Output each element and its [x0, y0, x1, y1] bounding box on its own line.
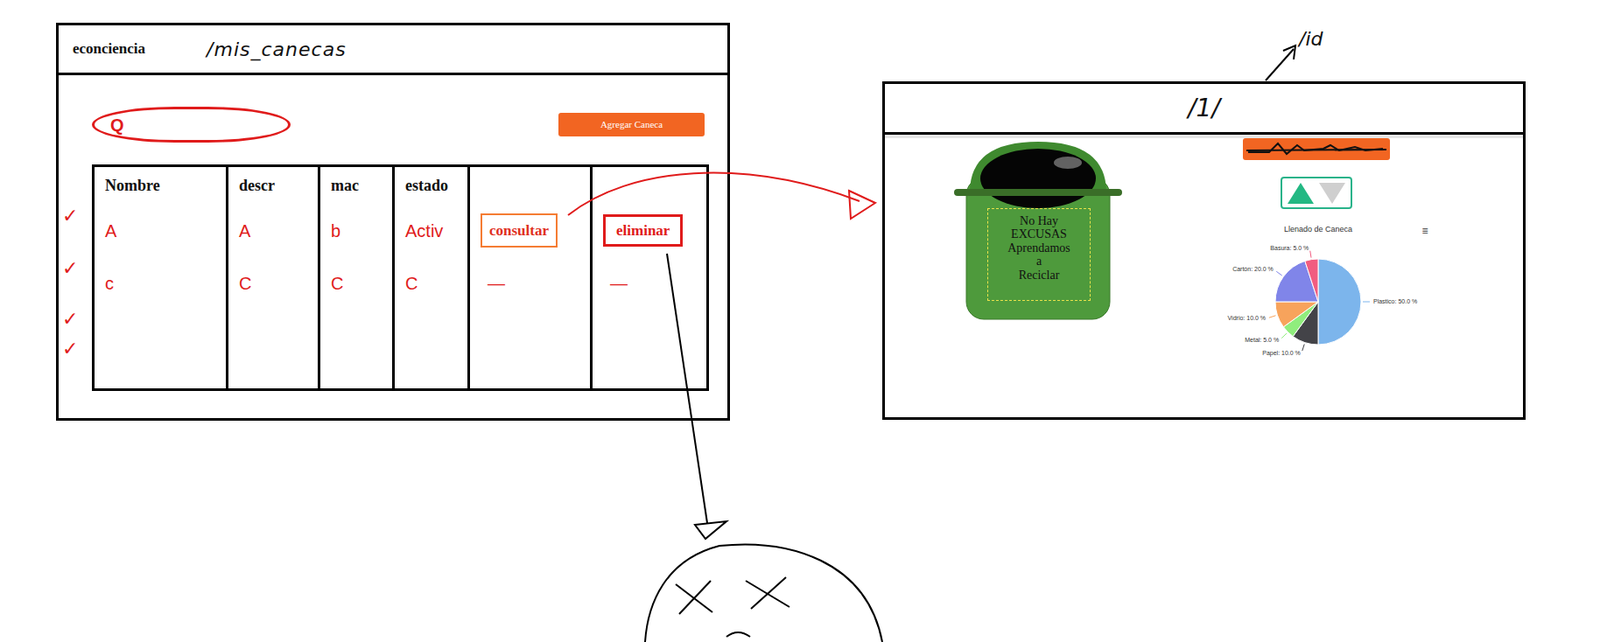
list-header: econciencia /mis_canecas — [58, 25, 728, 76]
empty-cell — [469, 309, 592, 391]
route-note: /id — [1298, 24, 1324, 54]
detail-body: No HayEXCUSASAprendamosaReciclar Llenado… — [884, 134, 1523, 366]
label-connector — [1281, 333, 1287, 339]
list-body: ✓ ✓ ✓ ✓ Q Agregar Caneca Nombredescrmacesta… — [58, 75, 728, 392]
column-header: estado — [393, 166, 470, 205]
bins-table: Nombredescrmacestado AAbActiv consultar el… — [91, 164, 709, 392]
empty-cell — [591, 309, 709, 391]
column-header: descr — [227, 166, 320, 205]
row-tick: ✓ — [62, 206, 78, 226]
annotation-layer — [0, 0, 1600, 642]
label-connector — [1302, 344, 1305, 352]
action-cell: — — [469, 257, 592, 310]
table-cell: C — [227, 257, 320, 310]
action-placeholder: — — [603, 273, 628, 294]
delete-button[interactable]: eliminar — [603, 214, 683, 248]
slice-label: Plastico: 50.0 % — [1373, 298, 1418, 305]
route-label: /mis_canecas — [206, 35, 347, 64]
table-row: cCCC—— — [93, 257, 709, 310]
label-connector — [1276, 271, 1282, 276]
action-cell: consultar — [469, 204, 592, 258]
bin-slogan: No HayEXCUSASAprendamosaReciclar — [987, 208, 1091, 302]
table-cell: C — [319, 257, 394, 310]
wireframe-canvas: econciencia /mis_canecas ✓ ✓ ✓ ✓ Q Agregar … — [0, 0, 1600, 642]
sort-toggle[interactable] — [1280, 176, 1353, 210]
row-tick: ✓ — [62, 339, 78, 359]
row-tick: ✓ — [62, 309, 78, 330]
table-cell: b — [319, 204, 394, 258]
chart-title: Llenado de Caneca — [1284, 224, 1353, 234]
slice-label: Cartón: 20.0 % — [1232, 266, 1274, 273]
slice-label: Vidrio: 10.0 % — [1228, 315, 1266, 322]
slogan-line: EXCUSAS — [989, 227, 1088, 241]
slogan-line: Reciclar — [989, 268, 1088, 282]
column-header — [591, 166, 709, 205]
consult-arrow-icon — [568, 173, 876, 219]
action-cell: eliminar — [591, 204, 709, 258]
pie-slice[interactable] — [1275, 301, 1319, 328]
arrow-down-icon[interactable] — [1317, 181, 1348, 206]
row-tick: ✓ — [62, 259, 78, 279]
empty-cell — [319, 309, 394, 391]
table-cell: A — [227, 204, 320, 258]
scribbled-button[interactable] — [1242, 138, 1390, 161]
column-header — [469, 166, 592, 205]
empty-row — [93, 309, 709, 391]
empty-cell — [93, 309, 228, 391]
bin-picture: No HayEXCUSASAprendamosaReciclar — [954, 138, 1123, 322]
dead-face-icon — [645, 545, 883, 642]
pie-slice[interactable] — [1305, 259, 1319, 302]
table-cell: Activ — [393, 204, 470, 258]
slogan-line: Aprendamos — [989, 241, 1088, 255]
search-icon: Q — [110, 116, 125, 134]
label-connector — [1269, 315, 1277, 318]
slogan-line: No Hay — [989, 214, 1088, 228]
brand[interactable]: econciencia — [72, 37, 146, 61]
table-row: AAbActiv consultar eliminar — [93, 204, 709, 258]
slice-label: Basura: 5.0 % — [1270, 245, 1309, 252]
action-placeholder: — — [480, 273, 506, 294]
list-window: econciencia /mis_canecas ✓ ✓ ✓ ✓ Q Agregar … — [56, 22, 730, 422]
chart-menu-icon: ≡ — [1421, 224, 1428, 238]
empty-cell — [227, 309, 320, 391]
action-cell: — — [591, 257, 709, 310]
detail-side: Llenado de Caneca ≡ Plastico: 50.0 % Papel:… — [1199, 138, 1434, 366]
id-arrow-icon — [1265, 45, 1296, 81]
pie-chart: Llenado de Caneca ≡ Plastico: 50.0 % Papel:… — [1199, 221, 1434, 366]
slice-label: Papel: 10.0 % — [1262, 350, 1301, 358]
add-bin-button[interactable]: Agregar Caneca — [558, 112, 705, 137]
label-connector — [1362, 301, 1370, 303]
consult-button[interactable]: consultar — [480, 213, 558, 249]
table-cell: c — [93, 257, 228, 310]
delete-arrow-icon — [666, 253, 727, 540]
column-header: mac — [319, 166, 394, 205]
table-cell: A — [93, 204, 228, 258]
arrow-up-icon[interactable] — [1285, 181, 1316, 206]
label-connector — [1310, 251, 1312, 259]
slice-label: Metal: 5.0 % — [1244, 336, 1279, 344]
search-field[interactable]: Q — [91, 106, 291, 143]
fill-chart: Llenado de Caneca ≡ Plastico: 50.0 % Papel:… — [1199, 221, 1434, 366]
pie-slice[interactable] — [1318, 259, 1362, 345]
scribble-icon — [1242, 138, 1390, 161]
table-cell: C — [393, 257, 470, 310]
slogan-line: a — [989, 254, 1088, 268]
detail-header: /1/ — [884, 84, 1523, 135]
empty-cell — [393, 309, 470, 391]
route-label: /1/ — [1187, 90, 1221, 127]
detail-window: /1/ No HayEXCUSASAprendamosaReciclar — [882, 81, 1526, 421]
column-header: Nombre — [93, 166, 228, 205]
